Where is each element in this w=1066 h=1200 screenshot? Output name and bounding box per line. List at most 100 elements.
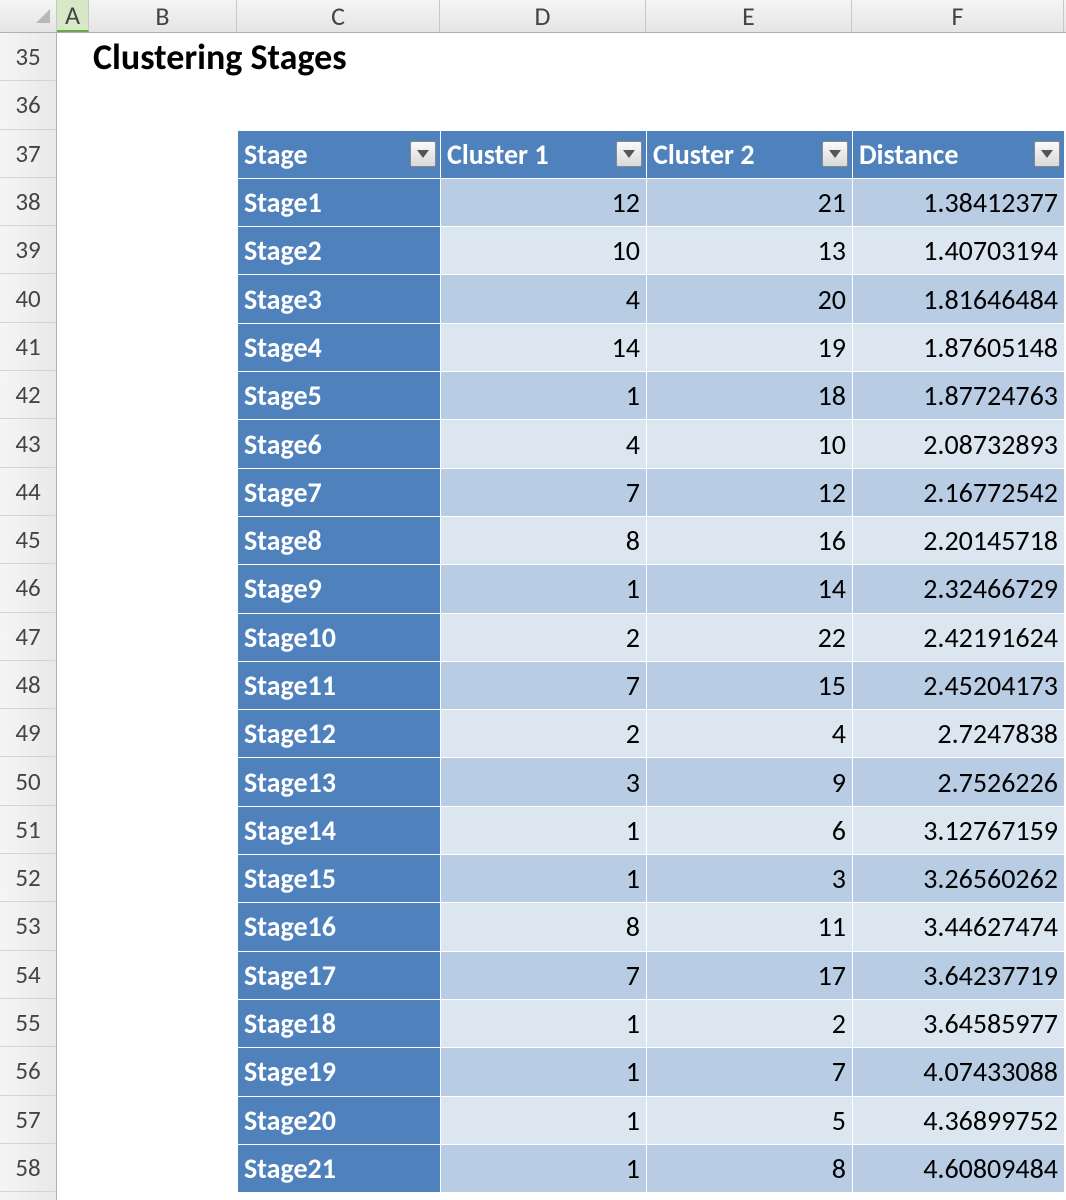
cell-distance[interactable]: 2.45204173 [853,661,1065,709]
cell-cluster2[interactable]: 18 [647,372,853,420]
cell-cluster1[interactable]: 2 [441,613,647,661]
cell-distance[interactable]: 3.64585977 [853,999,1065,1047]
cell-distance[interactable]: 2.7526226 [853,758,1065,806]
cell-distance[interactable]: 1.81646484 [853,275,1065,323]
column-header-F[interactable]: F [852,0,1064,32]
cell-cluster2[interactable]: 9 [647,758,853,806]
filter-button-stage[interactable] [410,141,436,167]
row-header-51[interactable]: 51 [0,806,56,854]
cell-cluster2[interactable]: 7 [647,1048,853,1096]
cell-stage[interactable]: Stage20 [238,1096,441,1144]
row-header-43[interactable]: 43 [0,419,56,467]
cell-cluster2[interactable]: 22 [647,613,853,661]
filter-button-cluster1[interactable] [616,141,642,167]
row-header-42[interactable]: 42 [0,371,56,419]
cell-stage[interactable]: Stage8 [238,516,441,564]
row-header-39[interactable]: 39 [0,226,56,274]
row-header-52[interactable]: 52 [0,854,56,902]
cell-stage[interactable]: Stage2 [238,227,441,275]
cell-distance[interactable]: 3.12767159 [853,806,1065,854]
row-header-45[interactable]: 45 [0,516,56,564]
cell-stage[interactable]: Stage6 [238,420,441,468]
cell-cluster1[interactable]: 2 [441,710,647,758]
cell-distance[interactable]: 1.87724763 [853,372,1065,420]
cell-distance[interactable]: 4.60809484 [853,1144,1065,1192]
row-header-37[interactable]: 37 [0,130,56,178]
cell-cluster1[interactable]: 8 [441,516,647,564]
cell-stage[interactable]: Stage13 [238,758,441,806]
header-cluster2[interactable]: Cluster 2 [647,130,853,178]
cell-distance[interactable]: 1.87605148 [853,323,1065,371]
cell-cluster2[interactable]: 8 [647,1144,853,1192]
row-header-40[interactable]: 40 [0,274,56,322]
row-header-48[interactable]: 48 [0,661,56,709]
cell-distance[interactable]: 3.44627474 [853,903,1065,951]
header-stage[interactable]: Stage [238,130,441,178]
cell-stage[interactable]: Stage4 [238,323,441,371]
cell-cluster1[interactable]: 1 [441,1096,647,1144]
row-header-44[interactable]: 44 [0,468,56,516]
cell-stage[interactable]: Stage16 [238,903,441,951]
filter-button-distance[interactable] [1034,141,1060,167]
row-header-50[interactable]: 50 [0,757,56,805]
cell-stage[interactable]: Stage7 [238,468,441,516]
cell-cluster2[interactable]: 4 [647,710,853,758]
column-header-A[interactable]: A [57,0,89,32]
cell-stage[interactable]: Stage19 [238,1048,441,1096]
cell-cluster1[interactable]: 14 [441,323,647,371]
select-all-corner[interactable] [0,0,57,32]
cell-cluster1[interactable]: 3 [441,758,647,806]
cell-distance[interactable]: 1.38412377 [853,178,1065,226]
cell-cluster1[interactable]: 4 [441,420,647,468]
column-header-E[interactable]: E [646,0,852,32]
cell-cluster2[interactable]: 11 [647,903,853,951]
cell-cluster1[interactable]: 1 [441,806,647,854]
cell-stage[interactable]: Stage9 [238,565,441,613]
row-header-54[interactable]: 54 [0,951,56,999]
row-header-55[interactable]: 55 [0,999,56,1047]
cell-stage[interactable]: Stage21 [238,1144,441,1192]
column-header-D[interactable]: D [440,0,646,32]
cell-cluster1[interactable]: 4 [441,275,647,323]
cell-distance[interactable]: 3.64237719 [853,951,1065,999]
cell-cluster2[interactable]: 15 [647,661,853,709]
cell-distance[interactable]: 4.07433088 [853,1048,1065,1096]
cell-distance[interactable]: 1.40703194 [853,227,1065,275]
filter-button-cluster2[interactable] [822,141,848,167]
cell-cluster1[interactable]: 7 [441,951,647,999]
cell-cluster2[interactable]: 19 [647,323,853,371]
row-header-41[interactable]: 41 [0,323,56,371]
cell-cluster1[interactable]: 1 [441,372,647,420]
cell-cluster2[interactable]: 5 [647,1096,853,1144]
cell-stage[interactable]: Stage1 [238,178,441,226]
header-distance[interactable]: Distance [853,130,1065,178]
cell-cluster1[interactable]: 7 [441,661,647,709]
row-header-47[interactable]: 47 [0,613,56,661]
cell-cluster1[interactable]: 10 [441,227,647,275]
cells-area[interactable]: Clustering Stages Stage Cluster 1 [57,33,1066,1200]
row-header-56[interactable]: 56 [0,1047,56,1095]
cell-cluster1[interactable]: 1 [441,1144,647,1192]
cell-distance[interactable]: 2.16772542 [853,468,1065,516]
row-header-57[interactable]: 57 [0,1096,56,1144]
cell-stage[interactable]: Stage3 [238,275,441,323]
cell-cluster2[interactable]: 3 [647,855,853,903]
cell-cluster1[interactable]: 1 [441,999,647,1047]
row-header-38[interactable]: 38 [0,178,56,226]
cell-cluster2[interactable]: 6 [647,806,853,854]
cell-cluster2[interactable]: 20 [647,275,853,323]
cell-cluster1[interactable]: 7 [441,468,647,516]
row-header-49[interactable]: 49 [0,709,56,757]
cell-cluster2[interactable]: 21 [647,178,853,226]
cell-distance[interactable]: 2.32466729 [853,565,1065,613]
column-header-C[interactable]: C [237,0,440,32]
cell-stage[interactable]: Stage12 [238,710,441,758]
cell-stage[interactable]: Stage15 [238,855,441,903]
cell-distance[interactable]: 2.08732893 [853,420,1065,468]
cell-stage[interactable]: Stage10 [238,613,441,661]
cell-distance[interactable]: 2.42191624 [853,613,1065,661]
cell-distance[interactable]: 2.7247838 [853,710,1065,758]
cell-cluster2[interactable]: 13 [647,227,853,275]
cell-cluster2[interactable]: 17 [647,951,853,999]
cell-cluster2[interactable]: 16 [647,516,853,564]
